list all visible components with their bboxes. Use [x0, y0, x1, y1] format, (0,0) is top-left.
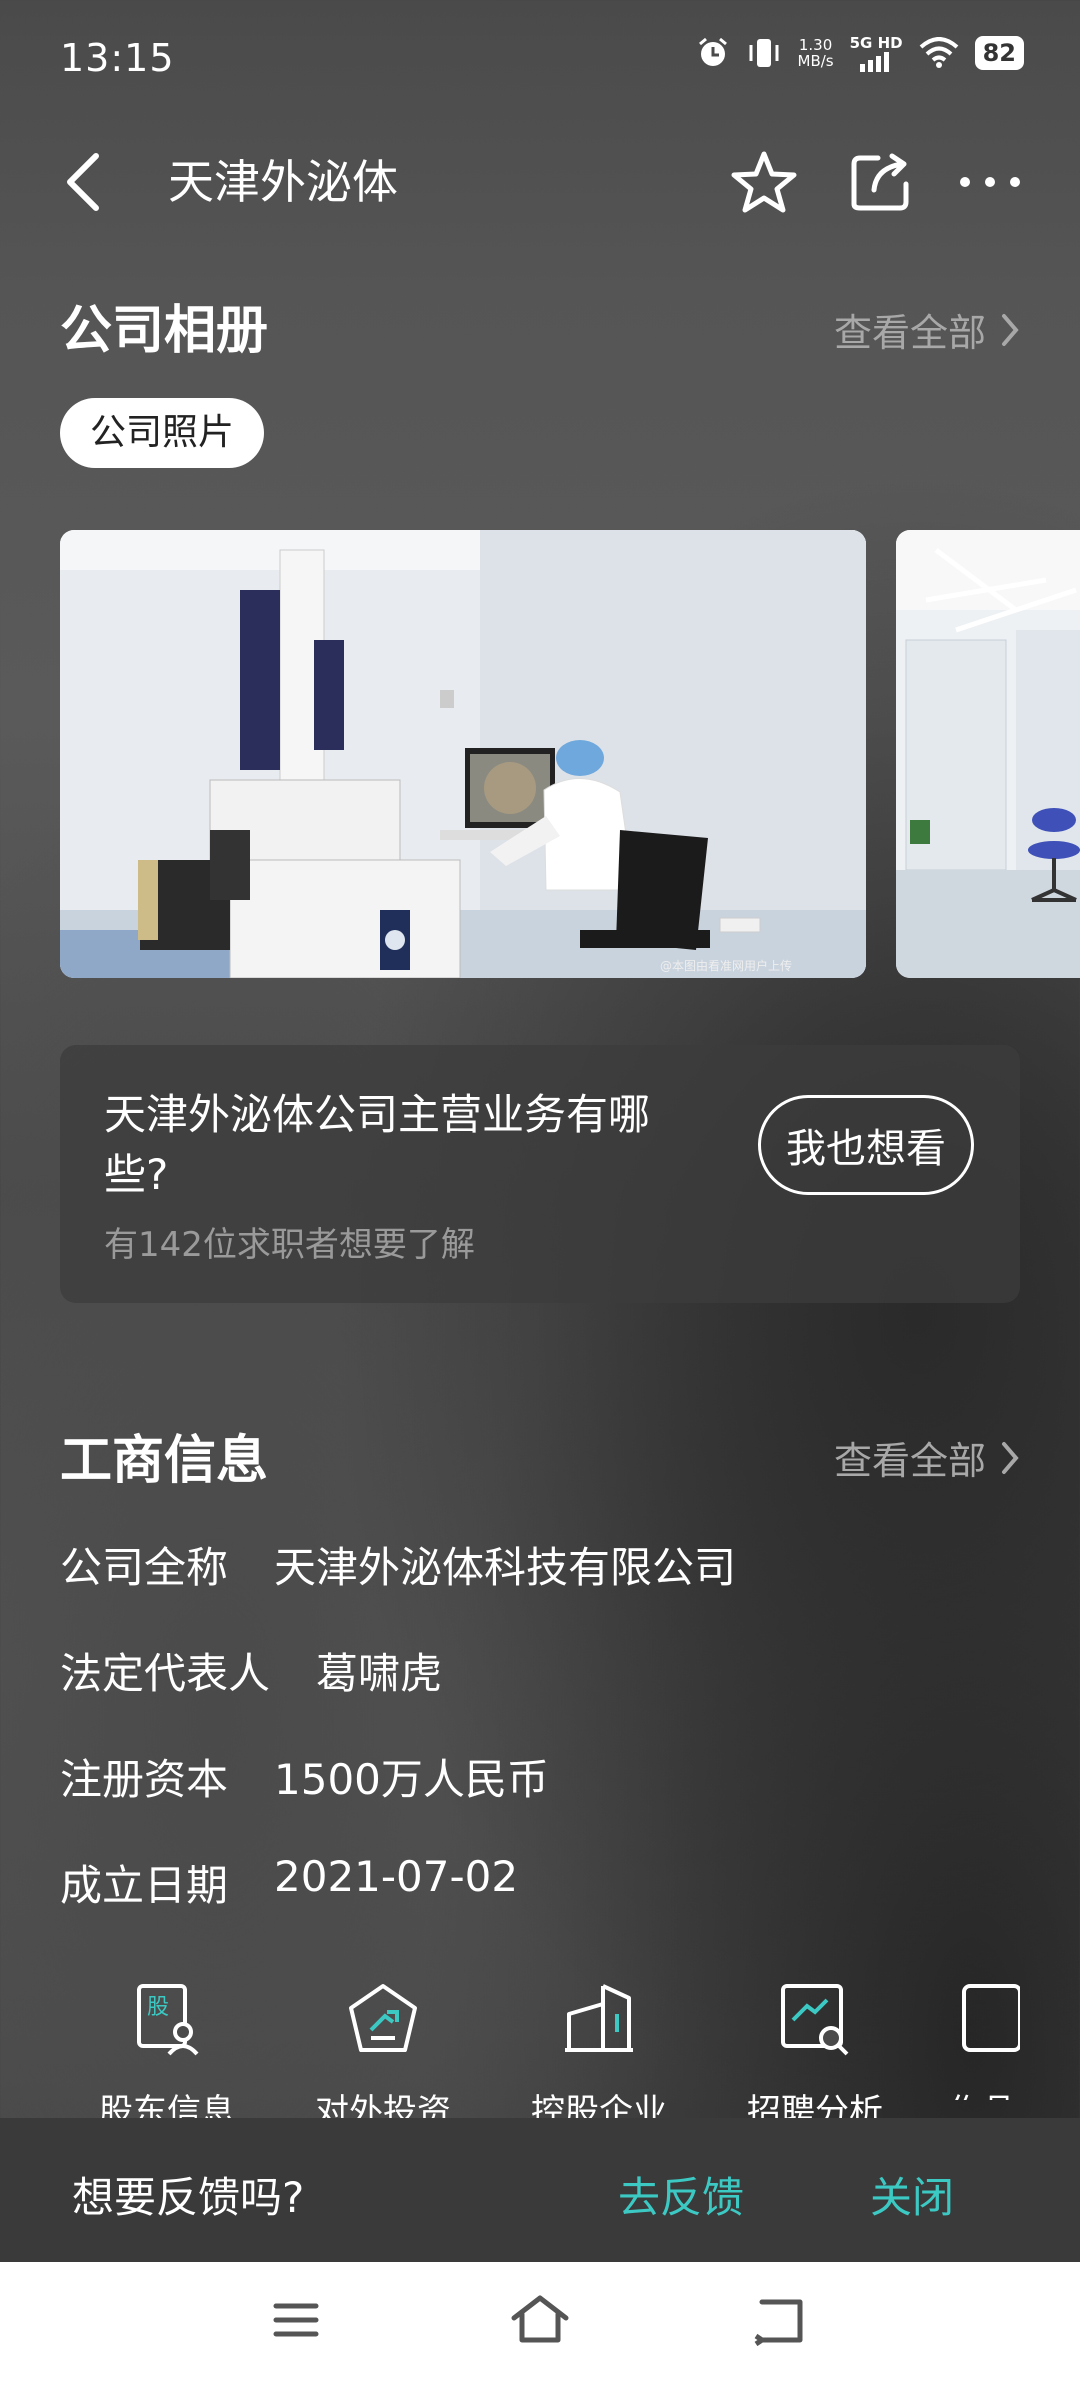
info-row-legal-rep: 法定代表人 葛啸虎: [60, 1640, 442, 1701]
album-see-all-link[interactable]: 查看全部: [834, 302, 1020, 357]
holding-company-icon: [559, 1980, 639, 2060]
info-row-established: 成立日期 2021-07-02: [60, 1852, 518, 1913]
info-row-capital: 注册资本 1500万人民币: [60, 1746, 549, 1807]
company-photo-lab[interactable]: @本图由看准网用户上传: [60, 530, 866, 978]
want-to-see-button[interactable]: 我也想看: [758, 1095, 974, 1195]
info-key: 公司全称: [60, 1543, 229, 1592]
close-feedback-button[interactable]: 关闭: [870, 2164, 954, 2225]
tab-company-photos[interactable]: 公司照片: [60, 398, 265, 468]
quick-link-portfolio[interactable]: 作品集: [940, 1980, 1020, 2100]
wifi-icon: [919, 37, 958, 68]
status-time: 13:15: [60, 36, 175, 80]
investment-icon: [343, 1980, 423, 2060]
more-icon: [960, 177, 1020, 187]
battery-indicator: 82: [974, 36, 1024, 70]
favorite-button[interactable]: [728, 146, 800, 218]
more-button[interactable]: [954, 146, 1026, 218]
shareholder-icon: 股: [127, 1980, 207, 2060]
question-text: 天津外泌体公司主营业务有哪些?: [104, 1090, 651, 1199]
album-section-title: 公司相册: [60, 301, 269, 361]
svg-text:股: 股: [147, 1995, 169, 2020]
portfolio-icon: [954, 1980, 1020, 2060]
quick-link-recruitment[interactable]: 招聘分析: [740, 1980, 890, 2133]
info-key: 注册资本: [60, 1755, 229, 1804]
recruitment-analysis-icon: [775, 1980, 855, 2060]
chevron-right-icon: [1002, 1441, 1019, 1474]
info-value: 天津外泌体科技有限公司: [274, 1543, 737, 1592]
share-icon: [851, 153, 909, 211]
alarm-icon: [698, 37, 727, 66]
recent-apps-button[interactable]: [272, 2300, 320, 2344]
net-speed: 1.30 MB/s: [797, 36, 834, 70]
corridor-photo-image: [896, 530, 1080, 978]
info-value: 1500万人民币: [274, 1755, 549, 1804]
info-key: 法定代表人: [60, 1649, 271, 1698]
business-section-title: 工商信息: [60, 1431, 269, 1491]
photo-watermark: @本图由看准网用户上传: [660, 958, 792, 973]
feedback-prompt: 想要反馈吗?: [72, 2173, 305, 2222]
system-navigation-bar: [0, 2262, 1080, 2388]
status-bar: 13:15 1.30 MB/s 5G HD 82: [0, 0, 1080, 116]
info-value: 葛啸虎: [316, 1649, 443, 1698]
status-icons: 1.30 MB/s 5G HD 82: [696, 34, 1024, 72]
share-button[interactable]: [844, 146, 916, 218]
page-title: 天津外泌体: [168, 155, 398, 209]
home-icon: [511, 2295, 569, 2343]
quick-link-shareholders[interactable]: 股 股东信息: [92, 1980, 242, 2133]
quick-link-label: 作品集: [940, 2084, 1020, 2100]
business-see-all-label: 查看全部: [833, 1439, 986, 1483]
info-key: 成立日期: [60, 1861, 229, 1910]
lab-photo-image: @本图由看准网用户上传: [60, 530, 866, 978]
question-card: 天津外泌体公司主营业务有哪些? 有142位求职者想要了解 我也想看: [60, 1045, 1020, 1303]
quick-link-investments[interactable]: 对外投资: [308, 1980, 458, 2133]
question-subtext: 有142位求职者想要了解: [104, 1225, 475, 1265]
return-icon: [754, 2299, 803, 2347]
info-value: 2021-07-02: [274, 1852, 519, 1901]
signal-indicator: 5G HD: [850, 34, 903, 72]
album-see-all-label: 查看全部: [833, 311, 986, 355]
system-back-button[interactable]: [752, 2296, 806, 2350]
back-button[interactable]: [60, 150, 104, 214]
chevron-right-icon: [1002, 313, 1019, 346]
star-icon: [731, 151, 797, 213]
info-row-company-name: 公司全称 天津外泌体科技有限公司: [60, 1534, 736, 1595]
home-button[interactable]: [508, 2294, 572, 2348]
quick-link-holdings[interactable]: 控股企业: [524, 1980, 674, 2133]
back-icon: [67, 153, 99, 211]
feedback-bar: 想要反馈吗? 去反馈 关闭: [0, 2118, 1080, 2262]
signal-icon: [860, 52, 890, 72]
go-feedback-button[interactable]: 去反馈: [618, 2164, 744, 2225]
vibrate-icon: [749, 39, 778, 67]
menu-icon: [273, 2303, 319, 2337]
company-photo-corridor[interactable]: [896, 530, 1080, 978]
business-see-all-link[interactable]: 查看全部: [834, 1430, 1020, 1485]
